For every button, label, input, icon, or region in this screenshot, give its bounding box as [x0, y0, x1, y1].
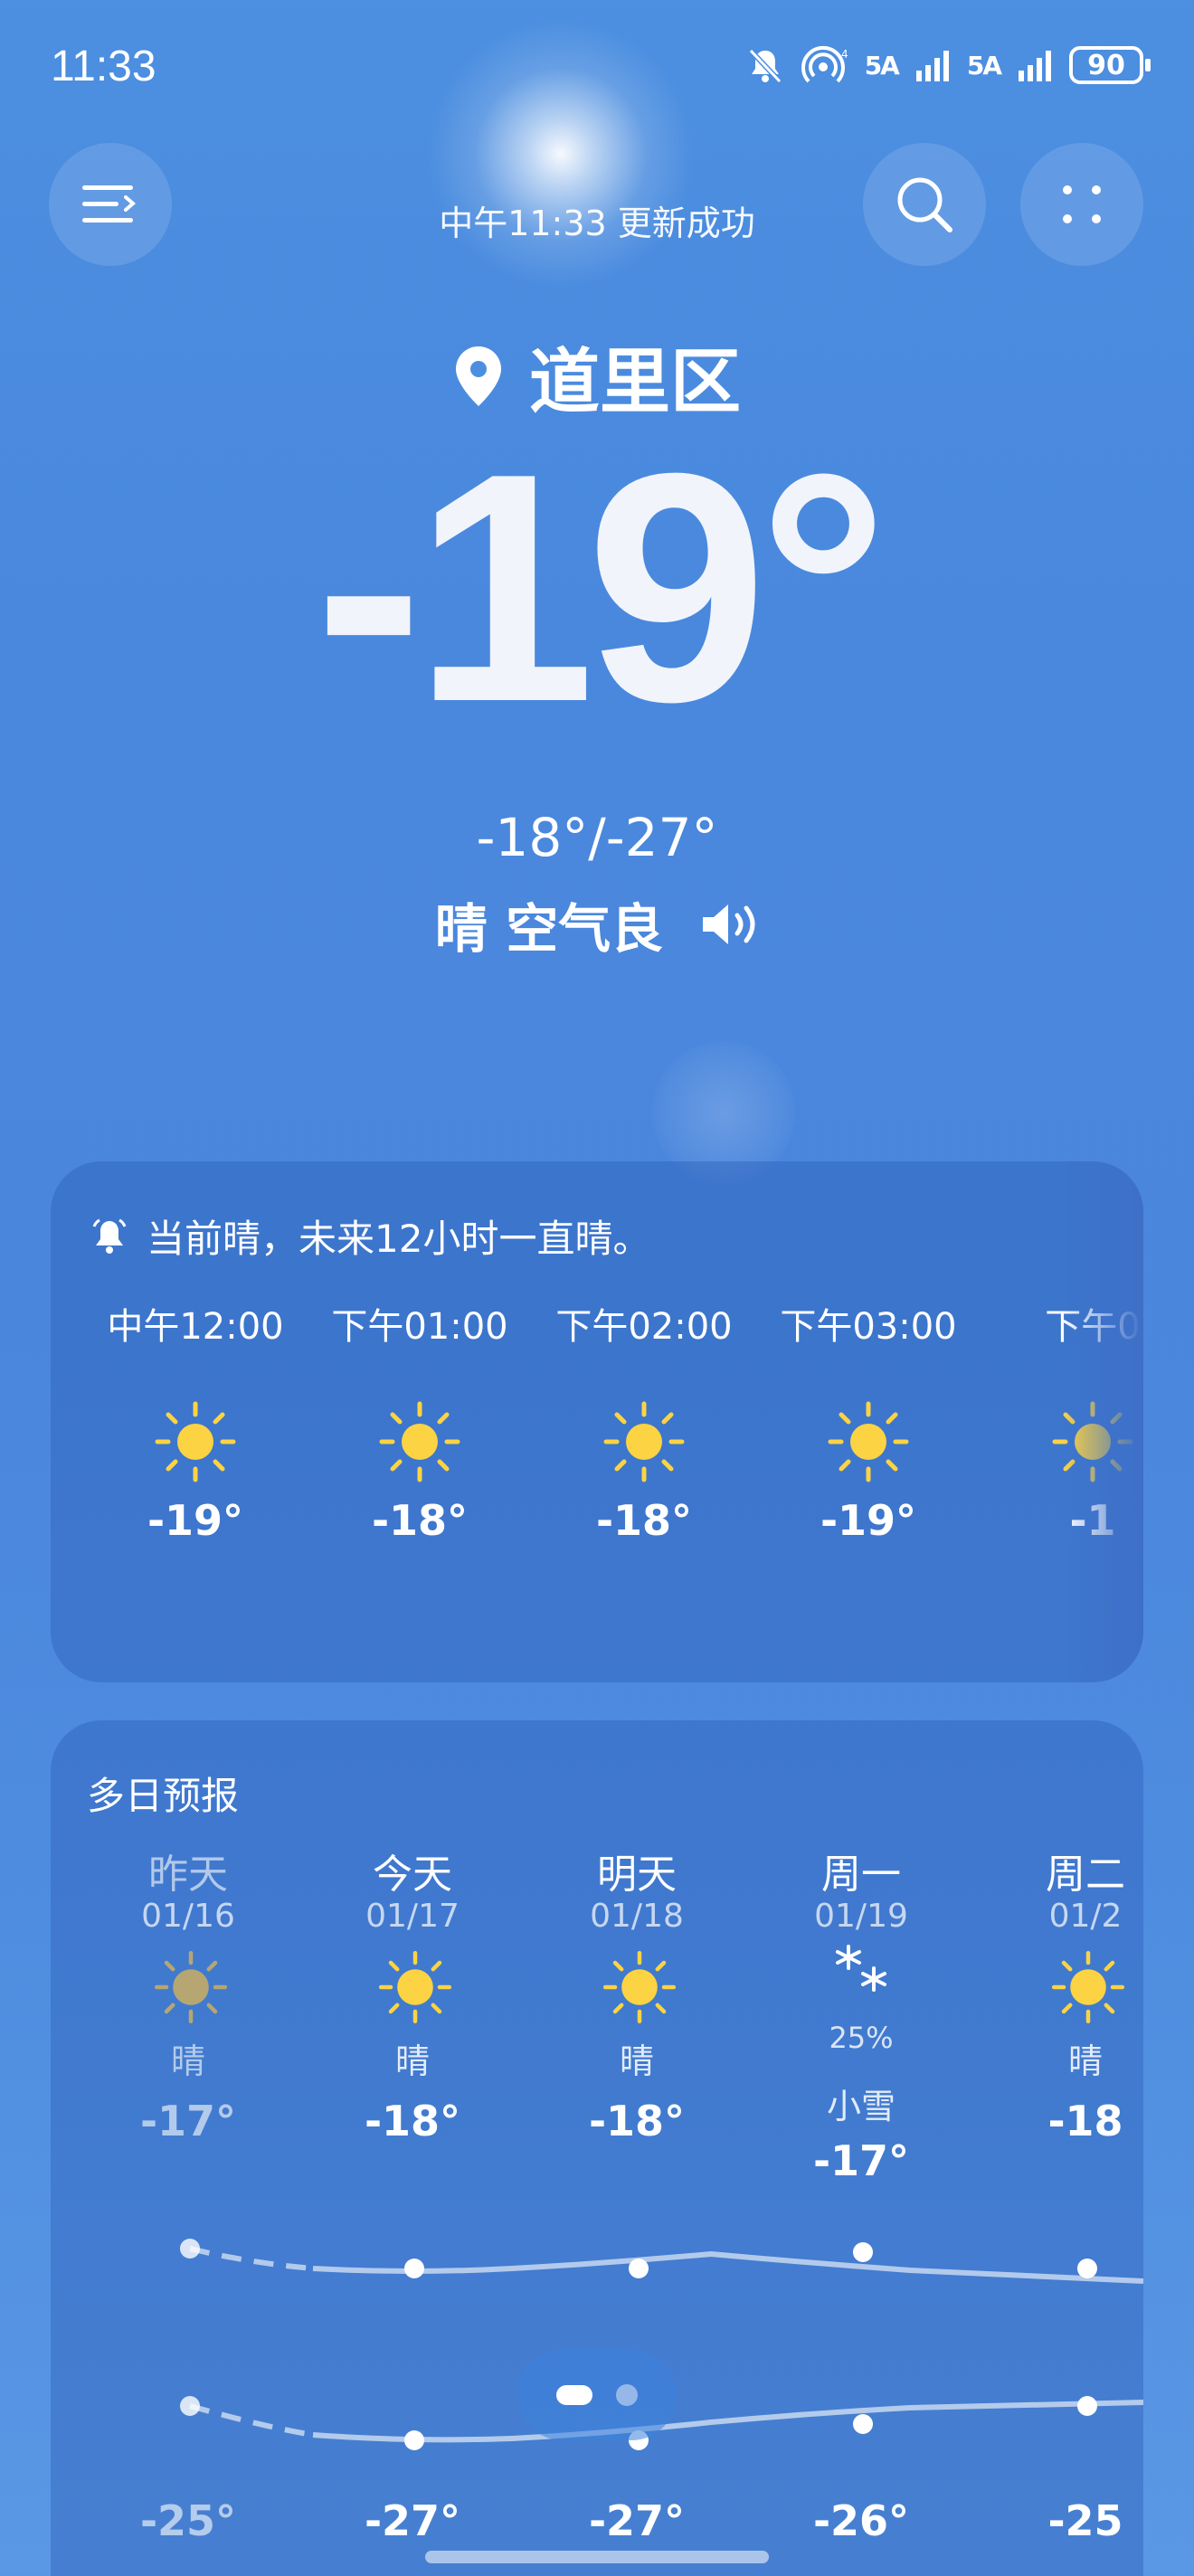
day-low: -26° — [812, 2496, 910, 2545]
status-icons: 4 5A 5A 90 — [745, 45, 1151, 85]
daily-item[interactable]: 今天 01/17 晴 -18° — [300, 1829, 525, 2281]
precip-probability: 25% — [829, 2021, 894, 2055]
signal-1-label: 5A — [864, 50, 900, 80]
high-point — [853, 2242, 873, 2262]
sun-icon — [602, 1950, 677, 2024]
day-condition: 晴 — [1067, 2041, 1103, 2081]
hour-label: 中午12:00 — [107, 1306, 284, 1348]
day-date: 01/17 — [365, 1898, 460, 1935]
daily-item[interactable]: 明天 01/18 晴 -18° — [525, 1829, 749, 2281]
hourly-item: 下午01:00 -18° — [308, 1270, 532, 1682]
day-low: -27° — [588, 2496, 686, 2545]
hour-temp: -18° — [595, 1496, 693, 1545]
sun-icon — [379, 1401, 460, 1482]
low-point — [1077, 2396, 1097, 2416]
high-point — [404, 2259, 424, 2278]
daily-forecast-card[interactable]: 多日预报 昨天 01/16 晴 -17° 今天 01/17 晴 -18° 明天 … — [51, 1720, 1143, 2576]
day-date: 01/19 — [814, 1898, 908, 1935]
day-low: -25° — [139, 2496, 237, 2545]
page-dot-active — [556, 2385, 592, 2405]
daily-lows: -25° -27° -27° -26° -25 — [0, 2496, 1194, 2576]
daily-item[interactable]: 周二 01/2 晴 -18 — [973, 1829, 1143, 2281]
high-point — [1077, 2259, 1097, 2278]
high-point — [629, 2259, 649, 2278]
battery-level: 90 — [1087, 49, 1125, 81]
day-condition: 晴 — [394, 2041, 430, 2081]
sun-icon — [603, 1401, 685, 1482]
day-high: -18 — [1047, 2097, 1123, 2145]
speaker-icon[interactable] — [699, 899, 759, 950]
hotspot-icon: 4 — [801, 45, 848, 83]
signal-icon — [915, 51, 949, 81]
hour-label: 下午01:00 — [331, 1306, 508, 1348]
sun-icon — [828, 1401, 909, 1482]
svg-text:4: 4 — [841, 48, 848, 61]
day-high: -18° — [588, 2097, 686, 2145]
page-dot[interactable] — [616, 2384, 638, 2406]
alert-text: 当前晴，未来12小时一直晴。 — [147, 1217, 651, 1261]
signal-2-label: 5A — [966, 50, 1002, 80]
location-pin-icon — [455, 346, 501, 406]
daily-list[interactable]: 昨天 01/16 晴 -17° 今天 01/17 晴 -18° 明天 01/18… — [51, 1829, 1143, 2281]
daily-item[interactable]: 周一 01/19 25% 小雪 -17° — [749, 1829, 973, 2281]
snow-icon — [836, 1945, 886, 1992]
hourly-list[interactable]: 中午12:00 -19° 下午01:00 -18° 下午02:00 -18° 下… — [83, 1270, 1143, 1682]
high-point — [180, 2239, 200, 2259]
page-indicator[interactable] — [517, 2350, 677, 2440]
day-condition: 晴 — [170, 2041, 205, 2081]
status-time: 11:33 — [51, 43, 156, 90]
sun-icon — [1051, 1950, 1125, 2024]
temperature-range: -18°/-27° — [476, 807, 718, 868]
current-temperature: -19° — [314, 406, 888, 770]
day-low: -27° — [364, 2496, 461, 2545]
mute-bell-icon — [748, 48, 782, 84]
day-date: 01/2 — [1048, 1898, 1123, 1935]
weather-alert: 当前晴，未来12小时一直晴。 — [90, 1208, 650, 1264]
scroll-fade — [1062, 1161, 1143, 1682]
hourly-item: 中午12:00 -19° — [83, 1270, 308, 1682]
daily-item[interactable]: 昨天 01/16 晴 -17° — [76, 1829, 300, 2281]
battery-icon: 90 — [1069, 46, 1151, 84]
day-name: 周二 — [1046, 1852, 1125, 1898]
sun-icon — [378, 1950, 452, 2024]
day-name: 昨天 — [148, 1852, 228, 1898]
hour-label: 下午02:00 — [555, 1306, 733, 1348]
day-high: -17° — [812, 2136, 910, 2185]
update-status: 中午11:33 更新成功 — [439, 204, 755, 243]
day-low: -25 — [1047, 2496, 1123, 2545]
bell-icon — [92, 1218, 127, 1254]
hour-temp: -19° — [820, 1496, 917, 1545]
sun-icon — [155, 1401, 236, 1482]
low-point — [853, 2414, 873, 2434]
day-condition: 小雪 — [826, 2087, 896, 2126]
day-name: 周一 — [821, 1852, 901, 1898]
low-point — [404, 2430, 424, 2450]
day-condition: 晴 — [619, 2041, 654, 2081]
hourly-item: 下午03:00 -19° — [756, 1270, 981, 1682]
search-icon — [897, 177, 952, 232]
low-point — [180, 2396, 200, 2416]
day-high: -17° — [139, 2097, 237, 2145]
signal-icon — [1019, 51, 1051, 81]
day-name: 明天 — [597, 1852, 677, 1898]
hour-temp: -19° — [147, 1496, 244, 1545]
hourly-item: 下午02:00 -18° — [532, 1270, 756, 1682]
status-bar: 11:33 4 5A 5A 90 — [0, 0, 1194, 127]
hour-label: 下午03:00 — [780, 1306, 957, 1348]
sun-icon — [154, 1950, 228, 2024]
hourly-forecast-card[interactable]: 当前晴，未来12小时一直晴。 中午12:00 -19° 下午01:00 -18°… — [51, 1161, 1143, 1682]
current-condition: 晴 空气良 — [0, 886, 1194, 962]
day-date: 01/16 — [141, 1898, 235, 1935]
daily-title: 多日预报 — [87, 1774, 240, 1818]
day-high: -18° — [364, 2097, 461, 2145]
day-name: 今天 — [373, 1852, 452, 1898]
hour-temp: -18° — [371, 1496, 469, 1545]
grid-dots-icon — [1063, 185, 1101, 223]
condition-text: 晴 空气良 — [434, 898, 664, 960]
home-indicator[interactable] — [425, 2551, 769, 2563]
more-button[interactable] — [1020, 143, 1143, 266]
search-button[interactable] — [863, 143, 986, 266]
day-date: 01/18 — [590, 1898, 684, 1935]
